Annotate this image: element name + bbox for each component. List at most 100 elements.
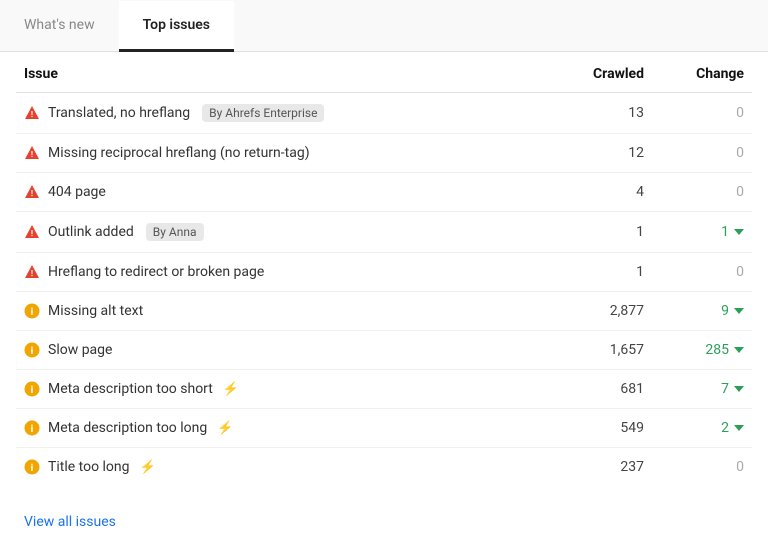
issue-text: Meta description too long: [48, 420, 207, 436]
warning-icon: i: [24, 420, 40, 436]
issue-text: 404 page: [48, 184, 106, 200]
svg-text:!: !: [31, 229, 33, 238]
issue-cell: i Meta description too long ⚡: [16, 409, 552, 448]
table-row: ! Missing reciprocal hreflang (no return…: [16, 134, 752, 173]
crawled-value: 237: [552, 448, 652, 487]
issue-text: Slow page: [48, 342, 112, 358]
issue-cell: ! Hreflang to redirect or broken page: [16, 253, 552, 292]
svg-text:!: !: [31, 189, 33, 198]
flash-icon: ⚡: [140, 460, 156, 475]
crawled-value: 1,657: [552, 331, 652, 370]
table-footer: View all issues: [0, 502, 768, 546]
change-zero: 0: [736, 459, 744, 475]
arrow-down-icon: [734, 425, 744, 431]
svg-text:!: !: [31, 269, 33, 278]
change-positive: 285: [705, 342, 744, 358]
crawled-value: 2,877: [552, 292, 652, 331]
svg-text:i: i: [31, 346, 34, 357]
error-icon: !: [24, 224, 40, 240]
view-all-issues-link[interactable]: View all issues: [24, 514, 116, 530]
warning-icon: i: [24, 381, 40, 397]
column-change: Change: [652, 52, 752, 93]
svg-text:i: i: [31, 307, 34, 318]
change-value: 0: [652, 134, 752, 173]
issue-text: Missing reciprocal hreflang (no return-t…: [48, 145, 310, 161]
change-positive: 7: [721, 381, 744, 397]
change-positive: 2: [721, 420, 744, 436]
crawled-value: 681: [552, 370, 652, 409]
crawled-value: 12: [552, 134, 652, 173]
error-icon: !: [24, 184, 40, 200]
issue-cell: i Meta description too short ⚡: [16, 370, 552, 409]
table-row: i Meta description too short ⚡ 681 7: [16, 370, 752, 409]
warning-icon: i: [24, 342, 40, 358]
issue-cell: ! Outlink added By Anna: [16, 212, 552, 253]
svg-text:i: i: [31, 463, 34, 474]
change-value: 0: [652, 173, 752, 212]
flash-icon: ⚡: [217, 421, 233, 436]
crawled-value: 1: [552, 212, 652, 253]
tab-whats-new[interactable]: What's new: [0, 1, 119, 52]
issues-table: Issue Crawled Change ! Translated, no hr…: [16, 52, 752, 486]
change-value: 0: [652, 253, 752, 292]
tab-top-issues[interactable]: Top issues: [119, 1, 234, 52]
change-value: 1: [652, 212, 752, 253]
crawled-value: 4: [552, 173, 652, 212]
table-row: i Missing alt text2,8779: [16, 292, 752, 331]
table-row: i Meta description too long ⚡ 549 2: [16, 409, 752, 448]
arrow-down-icon: [734, 386, 744, 392]
issue-cell: ! Missing reciprocal hreflang (no return…: [16, 134, 552, 173]
svg-text:i: i: [31, 385, 34, 396]
change-positive: 9: [721, 303, 744, 319]
crawled-value: 549: [552, 409, 652, 448]
change-value: 7: [652, 370, 752, 409]
table-row: i Title too long ⚡ 237 0: [16, 448, 752, 487]
issue-cell: i Slow page: [16, 331, 552, 370]
change-value: 0: [652, 93, 752, 134]
issue-cell: ! Translated, no hreflang By Ahrefs Enter…: [16, 93, 552, 134]
issue-text: Meta description too short: [48, 381, 213, 397]
issue-badge: By Anna: [146, 223, 204, 241]
warning-icon: i: [24, 459, 40, 475]
crawled-value: 1: [552, 253, 652, 292]
change-zero: 0: [736, 145, 744, 161]
svg-text:!: !: [31, 110, 33, 119]
change-value: 285: [652, 331, 752, 370]
issue-text: Translated, no hreflang: [48, 105, 190, 121]
table-row: ! Translated, no hreflang By Ahrefs Enter…: [16, 93, 752, 134]
tab-bar: What's new Top issues: [0, 0, 768, 52]
error-icon: !: [24, 264, 40, 280]
issue-text: Missing alt text: [48, 303, 143, 319]
change-positive: 1: [721, 224, 744, 240]
change-zero: 0: [736, 184, 744, 200]
issue-cell: i Missing alt text: [16, 292, 552, 331]
svg-text:i: i: [31, 424, 34, 435]
column-issue: Issue: [16, 52, 552, 93]
error-icon: !: [24, 105, 40, 121]
table-row: ! Hreflang to redirect or broken page10: [16, 253, 752, 292]
error-icon: !: [24, 145, 40, 161]
table-row: i Slow page1,657285: [16, 331, 752, 370]
issue-cell: i Title too long ⚡: [16, 448, 552, 487]
arrow-down-icon: [734, 229, 744, 235]
svg-text:!: !: [31, 150, 33, 159]
change-value: 9: [652, 292, 752, 331]
arrow-down-icon: [734, 347, 744, 353]
issue-badge: By Ahrefs Enterprise: [202, 104, 324, 122]
crawled-value: 13: [552, 93, 652, 134]
column-crawled: Crawled: [552, 52, 652, 93]
change-zero: 0: [736, 264, 744, 280]
issues-table-container: Issue Crawled Change ! Translated, no hr…: [0, 52, 768, 502]
issue-text: Hreflang to redirect or broken page: [48, 264, 264, 280]
arrow-down-icon: [734, 308, 744, 314]
change-value: 0: [652, 448, 752, 487]
change-value: 2: [652, 409, 752, 448]
warning-icon: i: [24, 303, 40, 319]
issue-text: Title too long: [48, 459, 130, 475]
table-row: ! 404 page 4 0: [16, 173, 752, 212]
table-row: ! Outlink added By Anna 1 1: [16, 212, 752, 253]
flash-icon: ⚡: [223, 382, 239, 397]
change-zero: 0: [736, 105, 744, 121]
issue-text: Outlink added: [48, 224, 134, 240]
table-header-row: Issue Crawled Change: [16, 52, 752, 93]
